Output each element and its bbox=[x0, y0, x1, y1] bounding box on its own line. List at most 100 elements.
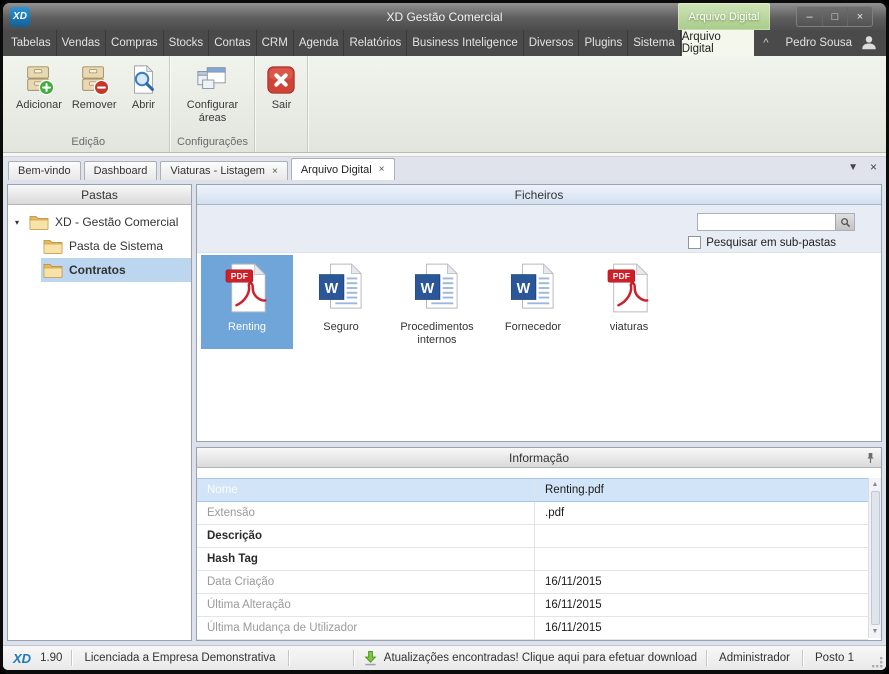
scroll-up-icon[interactable]: ▲ bbox=[872, 480, 879, 489]
search-button[interactable] bbox=[835, 214, 854, 230]
tree-item-label: XD - Gestão Comercial bbox=[55, 215, 178, 229]
menu-bar: Tabelas Vendas Compras Stocks Contas CRM… bbox=[3, 30, 886, 56]
expander-icon[interactable]: ▾ bbox=[15, 218, 27, 227]
close-button[interactable]: × bbox=[847, 7, 872, 26]
scroll-down-icon[interactable]: ▼ bbox=[872, 627, 879, 636]
tab-viaturas-listagem[interactable]: Viaturas - Listagem× bbox=[160, 161, 287, 180]
document-tab-strip: Bem-vindo Dashboard Viaturas - Listagem×… bbox=[3, 157, 886, 180]
folder-icon bbox=[43, 238, 63, 254]
info-row-hash-tag[interactable]: Hash Tag bbox=[197, 548, 868, 571]
ribbon-group-sair: Sair bbox=[255, 56, 308, 152]
status-logo: XD bbox=[13, 651, 31, 666]
tab-list-dropdown-icon[interactable]: ▼ bbox=[848, 162, 858, 173]
file-tile-procedimentos-internos[interactable]: W Procedimentos internos bbox=[389, 255, 485, 349]
station-label: Posto 1 bbox=[803, 652, 866, 664]
app-logo-icon: XD bbox=[10, 7, 30, 27]
file-tile-fornecedor[interactable]: W Fornecedor bbox=[491, 255, 575, 349]
svg-text:PDF: PDF bbox=[613, 271, 630, 281]
file-name: Seguro bbox=[323, 321, 358, 334]
search-zone: Pesquisar em sub-pastas bbox=[197, 205, 881, 253]
resize-grip-icon[interactable] bbox=[871, 656, 883, 668]
tab-strip-close-icon[interactable]: × bbox=[870, 162, 877, 173]
adicionar-button[interactable]: Adicionar bbox=[11, 62, 67, 114]
minimize-button[interactable]: – bbox=[797, 7, 822, 26]
menu-item-vendas[interactable]: Vendas bbox=[57, 30, 106, 56]
folder-tree: ▾ XD - Gestão Comercial Pasta de Sistema bbox=[8, 205, 191, 282]
scrollbar-thumb[interactable] bbox=[871, 491, 880, 625]
update-notification[interactable]: Atualizações encontradas! Clique aqui pa… bbox=[354, 650, 706, 666]
menu-item-crm[interactable]: CRM bbox=[257, 30, 294, 56]
word-file-icon: W bbox=[319, 263, 363, 313]
info-row-ultima-alteracao[interactable]: Última Alteração 16/11/2015 bbox=[197, 594, 868, 617]
files-panel-header: Ficheiros bbox=[197, 185, 881, 205]
abrir-button[interactable]: Abrir bbox=[121, 62, 165, 114]
menu-tab-arquivo-digital-active[interactable]: Arquivo Digital bbox=[682, 30, 755, 56]
remover-button[interactable]: Remover bbox=[67, 62, 122, 114]
search-input[interactable] bbox=[698, 214, 835, 230]
menu-item-plugins[interactable]: Plugins bbox=[579, 30, 628, 56]
file-tile-seguro[interactable]: W Seguro bbox=[299, 255, 383, 349]
subfolder-checkbox[interactable] bbox=[688, 236, 701, 249]
pdf-file-icon: PDF bbox=[607, 263, 651, 313]
ribbon-group-label-edicao: Edição bbox=[7, 135, 169, 152]
tab-bem-vindo[interactable]: Bem-vindo bbox=[8, 161, 81, 180]
tab-close-icon[interactable]: × bbox=[379, 164, 385, 175]
user-name: Pedro Sousa bbox=[786, 37, 853, 49]
info-row-nome[interactable]: Nome Renting.pdf bbox=[197, 478, 868, 502]
menu-item-compras[interactable]: Compras bbox=[106, 30, 164, 56]
menu-item-sistema[interactable]: Sistema bbox=[628, 30, 681, 56]
add-cabinet-icon bbox=[23, 64, 55, 96]
tab-dashboard[interactable]: Dashboard bbox=[84, 161, 158, 180]
ribbon-group-configuracoes: Configurar áreas Configurações bbox=[170, 56, 255, 152]
tree-item-contratos-selected[interactable]: Contratos bbox=[41, 258, 191, 282]
tab-close-icon[interactable]: × bbox=[272, 166, 278, 177]
open-preview-icon bbox=[127, 64, 159, 96]
menu-item-tabelas[interactable]: Tabelas bbox=[3, 30, 57, 56]
tab-arquivo-digital[interactable]: Arquivo Digital× bbox=[291, 158, 395, 180]
menu-item-relatorios[interactable]: Relatórios bbox=[344, 30, 407, 56]
user-menu[interactable]: Pedro Sousa bbox=[778, 30, 887, 56]
info-scrollbar[interactable]: ▲ ▼ bbox=[868, 478, 881, 638]
svg-text:W: W bbox=[517, 281, 531, 297]
folder-icon bbox=[43, 262, 63, 278]
folders-panel: Pastas ▾ XD - Gestão Comercial bbox=[7, 184, 192, 641]
file-name: viaturas bbox=[610, 321, 649, 334]
files-area: PDF Renting W Seg bbox=[197, 253, 881, 441]
tree-item-root[interactable]: ▾ XD - Gestão Comercial bbox=[8, 210, 191, 234]
configure-areas-icon bbox=[196, 64, 228, 96]
file-name: Fornecedor bbox=[505, 321, 561, 334]
menu-item-agenda[interactable]: Agenda bbox=[294, 30, 345, 56]
info-panel: Informação Nome Renting.pdf bbox=[196, 447, 882, 641]
ribbon-group-label-configuracoes: Configurações bbox=[170, 135, 254, 152]
configurar-areas-button[interactable]: Configurar áreas bbox=[174, 62, 250, 127]
folder-icon bbox=[29, 214, 49, 230]
menu-item-diversos[interactable]: Diversos bbox=[524, 30, 580, 56]
window-controls: – □ × bbox=[796, 6, 873, 27]
menu-item-stocks[interactable]: Stocks bbox=[164, 30, 210, 56]
word-file-icon: W bbox=[511, 263, 555, 313]
tree-item-label: Pasta de Sistema bbox=[69, 239, 163, 253]
file-name: Renting bbox=[228, 321, 266, 334]
file-tile-renting[interactable]: PDF Renting bbox=[201, 255, 293, 349]
subfolder-checkbox-label: Pesquisar em sub-pastas bbox=[706, 237, 836, 249]
user-icon bbox=[860, 34, 878, 52]
svg-text:W: W bbox=[325, 281, 339, 297]
subfolder-search-option[interactable]: Pesquisar em sub-pastas bbox=[688, 236, 836, 249]
ribbon-collapse-icon[interactable]: ^ bbox=[754, 30, 777, 56]
info-row-data-criacao[interactable]: Data Criação 16/11/2015 bbox=[197, 571, 868, 594]
exit-icon bbox=[265, 64, 297, 96]
ribbon-group-edicao: Adicionar Remover bbox=[7, 56, 170, 152]
menu-item-contas[interactable]: Contas bbox=[209, 30, 256, 56]
info-row-descricao[interactable]: Descrição bbox=[197, 525, 868, 548]
info-row-extensao[interactable]: Extensão .pdf bbox=[197, 502, 868, 525]
file-tile-viaturas[interactable]: PDF viaturas bbox=[587, 255, 671, 349]
maximize-button[interactable]: □ bbox=[822, 7, 847, 26]
sair-button[interactable]: Sair bbox=[259, 62, 303, 114]
pin-icon[interactable] bbox=[865, 452, 876, 464]
menu-item-business-inteligence[interactable]: Business Inteligence bbox=[407, 30, 523, 56]
info-row-ultima-mudanca-utilizador[interactable]: Última Mudança de Utilizador 16/11/2015 bbox=[197, 617, 868, 640]
tree-item-pasta-de-sistema[interactable]: Pasta de Sistema bbox=[41, 234, 191, 258]
word-file-icon: W bbox=[415, 263, 459, 313]
contextual-tab-header[interactable]: Arquivo Digital bbox=[678, 3, 770, 30]
version-label: 1.90 bbox=[40, 652, 62, 664]
